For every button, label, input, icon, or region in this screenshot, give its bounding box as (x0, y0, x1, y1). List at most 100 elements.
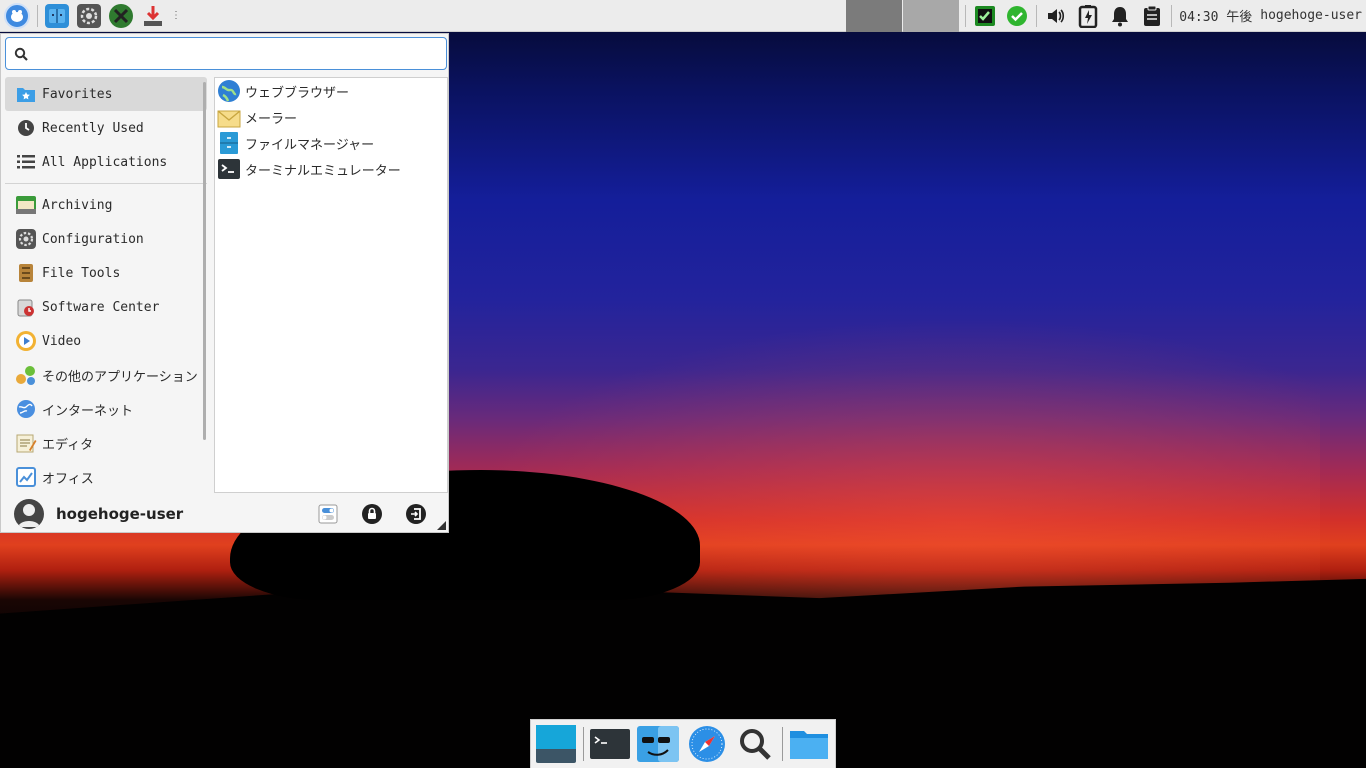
office-icon (15, 466, 37, 488)
editor-icon (15, 432, 37, 454)
app-mail[interactable]: メーラー (215, 104, 447, 130)
panel-user-name[interactable]: hogehoge-user (1256, 8, 1366, 23)
category-scrollbar[interactable] (203, 82, 206, 440)
terminal-icon (589, 729, 630, 759)
launcher-download[interactable] (137, 0, 169, 32)
category-label: All Applications (42, 154, 168, 170)
category-label: Archiving (42, 197, 113, 213)
toggle-settings-icon (318, 504, 338, 524)
compass-icon (688, 726, 725, 762)
app-label: ファイルマネージャー (245, 137, 375, 153)
dock-web-browser[interactable] (685, 721, 730, 767)
dock-file-manager[interactable] (636, 721, 681, 767)
xfce-mouse-icon (4, 2, 30, 29)
category-label: Recently Used (42, 120, 144, 136)
tray-notifications[interactable] (1108, 4, 1132, 28)
category-file-tools[interactable]: File Tools (5, 256, 207, 290)
category-recently-used[interactable]: Recently Used (5, 111, 207, 145)
category-all-applications[interactable]: All Applications (5, 145, 207, 179)
finder-icon (637, 726, 680, 762)
tray-battery[interactable] (1076, 4, 1100, 28)
list-icon (15, 151, 37, 173)
applications-menu-button[interactable] (0, 0, 34, 32)
dock-terminal[interactable] (587, 721, 632, 767)
category-label: エディタ (42, 437, 94, 453)
app-terminal[interactable]: ターミナルエミュレーター (215, 156, 447, 182)
folder-star-icon (15, 83, 37, 105)
panel-handle[interactable]: ⋮ (171, 10, 181, 21)
clipboard-icon (1144, 5, 1161, 26)
search-input[interactable] (36, 39, 446, 68)
category-office[interactable]: オフィス (5, 460, 207, 494)
folder-icon (789, 731, 828, 759)
resize-grip[interactable] (437, 521, 446, 530)
file-manager-icon (217, 131, 241, 155)
dock (530, 719, 836, 768)
finder-icon (45, 3, 69, 28)
category-other-apps[interactable]: その他のアプリケーション (5, 358, 207, 392)
category-editor[interactable]: エディタ (5, 426, 207, 460)
application-list: ウェブブラウザー メーラー ファイルマネージャー ターミナルエミュレーター (214, 77, 448, 493)
video-icon (15, 330, 37, 352)
search-icon (14, 47, 28, 61)
archive-icon (15, 194, 37, 216)
category-configuration[interactable]: Configuration (5, 222, 207, 256)
category-favorites[interactable]: Favorites (5, 77, 207, 111)
software-center-icon (15, 296, 37, 318)
check-circle-icon (1007, 5, 1028, 26)
dock-separator (582, 727, 584, 761)
category-internet[interactable]: インターネット (5, 392, 207, 426)
panel-separator (1036, 4, 1038, 27)
app-file-manager[interactable]: ファイルマネージャー (215, 130, 447, 156)
workspace-1[interactable] (846, 0, 903, 32)
lock-screen-button[interactable] (360, 502, 384, 526)
category-separator (5, 183, 207, 184)
file-tools-icon (15, 262, 37, 284)
logout-icon (406, 504, 426, 524)
internet-icon (15, 398, 37, 420)
panel-separator (37, 4, 38, 27)
launcher-file-manager[interactable] (41, 0, 73, 32)
menu-footer: hogehoge-user (1, 496, 448, 532)
category-list: Favorites Recently Used All Applications… (5, 77, 207, 491)
app-web-browser[interactable]: ウェブブラウザー (215, 78, 447, 104)
category-label: インターネット (42, 403, 134, 419)
settings-manager-button[interactable] (316, 502, 340, 526)
tray-checklist[interactable] (973, 4, 997, 28)
launcher-settings[interactable] (73, 0, 105, 32)
category-label: File Tools (42, 265, 121, 281)
search-box[interactable] (5, 37, 447, 70)
search-icon (740, 729, 772, 760)
launcher-tools[interactable] (105, 0, 137, 32)
avatar (14, 499, 44, 529)
category-video[interactable]: Video (5, 324, 207, 358)
workspace-2[interactable] (903, 0, 960, 32)
category-archiving[interactable]: Archiving (5, 188, 207, 222)
category-software-center[interactable]: Software Center (5, 290, 207, 324)
category-label: その他のアプリケーション (42, 369, 198, 385)
checkbox-icon (975, 5, 996, 26)
footer-username: hogehoge-user (56, 505, 184, 523)
category-label: Configuration (42, 231, 144, 247)
tray-clipboard[interactable] (1140, 4, 1164, 28)
lock-icon (362, 504, 382, 524)
clock[interactable]: 04:30 午後 (1175, 6, 1256, 25)
download-icon (141, 4, 165, 28)
battery-charging-icon (1079, 4, 1098, 28)
clock-icon (15, 117, 37, 139)
user-icon (18, 504, 40, 527)
bell-icon (1112, 6, 1129, 26)
tray-update-ok[interactable] (1005, 4, 1029, 28)
app-label: ウェブブラウザー (245, 85, 350, 101)
category-label: オフィス (42, 471, 94, 487)
dock-search[interactable] (733, 721, 778, 767)
dock-home-folder[interactable] (787, 721, 832, 767)
volume-icon (1048, 8, 1065, 23)
dock-show-desktop[interactable] (534, 721, 579, 767)
tray-volume[interactable] (1044, 4, 1068, 28)
whisker-menu: Favorites Recently Used All Applications… (0, 33, 449, 533)
gear-icon (15, 228, 37, 250)
log-out-button[interactable] (404, 502, 428, 526)
other-apps-icon (15, 364, 37, 386)
category-label: Favorites (42, 86, 113, 102)
